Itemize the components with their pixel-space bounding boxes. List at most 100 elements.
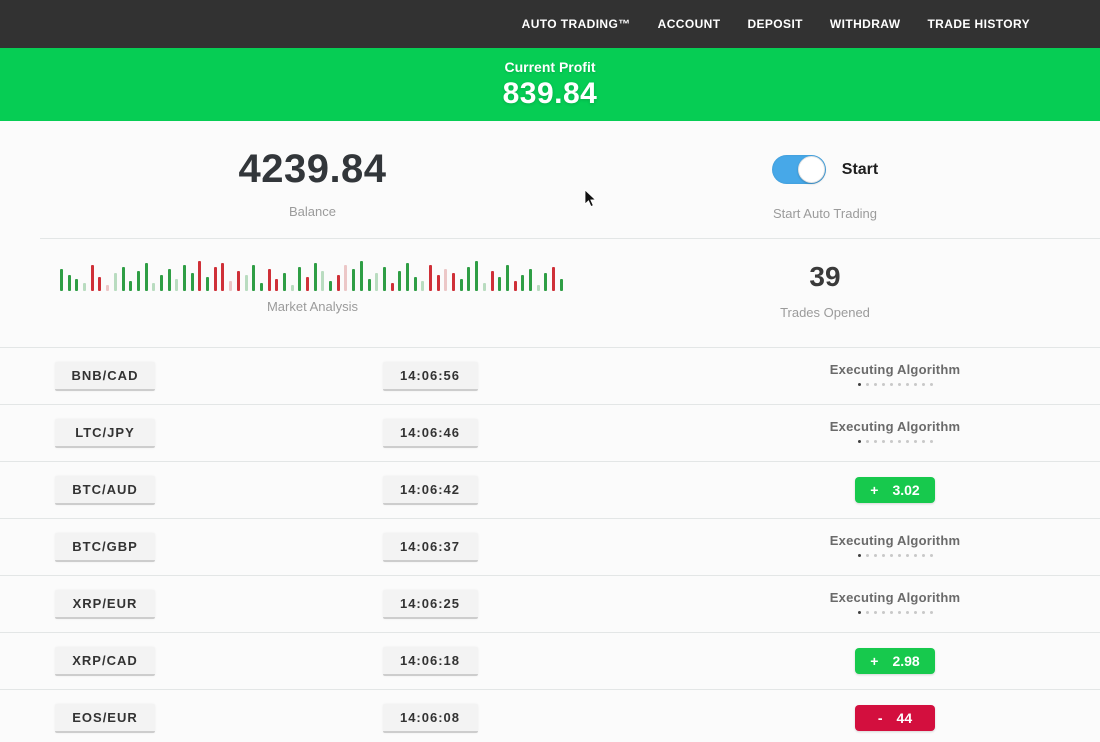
market-bar [321,271,324,291]
auto-trading-label: Start Auto Trading [773,206,877,221]
progress-dot [890,440,893,443]
market-bar [68,275,71,291]
progress-dot [858,611,861,614]
progress-dots [830,440,960,443]
nav-item-account[interactable]: ACCOUNT [658,17,721,31]
nav-menu: AUTO TRADING™ ACCOUNT DEPOSIT WITHDRAW TRADE… [522,17,1030,31]
market-bar [414,277,417,291]
progress-dot [866,554,869,557]
market-bar [137,271,140,291]
market-bar [106,285,109,291]
nav-item-trade-history[interactable]: TRADE HISTORY [927,17,1030,31]
trade-status: Executing Algorithm [690,590,1100,619]
trade-status: Executing Algorithm [690,533,1100,562]
market-bar [452,273,455,291]
progress-dot [866,440,869,443]
market-bar [206,277,209,291]
toggle-state-label: Start [842,161,878,179]
market-bar [444,269,447,291]
market-bar [368,279,371,291]
progress-dot [922,440,925,443]
market-bar [168,269,171,291]
market-bar [460,279,463,291]
market-bar [183,265,186,291]
nav-item-withdraw[interactable]: WITHDRAW [830,17,901,31]
progress-dot [882,383,885,386]
market-bar [214,267,217,291]
progress-dot [898,440,901,443]
progress-dot [922,554,925,557]
market-bar [560,279,563,291]
progress-dots [830,383,960,386]
market-bar [383,267,386,291]
market-bar [145,263,148,291]
progress-dot [866,383,869,386]
trades-opened-block: 39 Trades Opened [625,257,1025,347]
market-bar [537,285,540,291]
balance-value: 4239.84 [238,147,386,192]
pair-badge: BNB/CAD [55,362,155,391]
progress-dot [922,383,925,386]
market-bar [483,283,486,291]
market-bar [83,283,86,291]
auto-trading-toggle[interactable] [772,155,826,184]
market-bar [152,283,155,291]
market-bar [498,277,501,291]
market-bar [552,267,555,291]
market-bar [275,279,278,291]
market-bar [260,283,263,291]
market-bar [60,269,63,291]
progress-dots [830,554,960,557]
market-bar [122,267,125,291]
trade-status: -44 [690,705,1100,731]
market-bar [306,277,309,291]
market-bar [314,263,317,291]
profit-badge: +3.02 [855,477,935,503]
trade-status: +3.02 [690,477,1100,503]
market-analysis-block: Market Analysis [0,257,625,347]
market-bar [283,273,286,291]
progress-dot [874,383,877,386]
market-bar [252,265,255,291]
market-bar [375,273,378,291]
market-bar [298,267,301,291]
market-bar [291,285,294,291]
progress-dot [890,611,893,614]
market-bar [406,263,409,291]
nav-item-deposit[interactable]: DEPOSIT [747,17,802,31]
market-bar [475,261,478,291]
progress-dot [930,440,933,443]
market-bar [421,281,424,291]
progress-dot [890,554,893,557]
market-bar [245,275,248,291]
time-badge: 14:06:42 [383,476,478,505]
trade-status: Executing Algorithm [690,362,1100,391]
time-badge: 14:06:08 [383,704,478,733]
progress-dot [914,611,917,614]
market-bar [229,281,232,291]
executing-label: Executing Algorithm [830,590,960,605]
market-bar [544,273,547,291]
progress-dot [858,554,861,557]
result-value: 2.98 [892,653,919,669]
trade-row: LTC/JPY 14:06:46 Executing Algorithm [0,405,1100,462]
trades-opened-label: Trades Opened [780,305,870,320]
progress-dot [898,383,901,386]
market-bar [337,275,340,291]
progress-dot [858,383,861,386]
current-profit-value: 839.84 [503,77,598,111]
time-badge: 14:06:46 [383,419,478,448]
market-bar [352,269,355,291]
profit-badge: +2.98 [855,648,935,674]
market-analysis-label: Market Analysis [267,299,358,314]
nav-item-auto-trading[interactable]: AUTO TRADING™ [522,17,631,31]
progress-dot [882,611,885,614]
market-bar [221,263,224,291]
progress-dot [906,611,909,614]
trades-opened-value: 39 [809,261,840,293]
trade-status: +2.98 [690,648,1100,674]
market-bar [398,271,401,291]
market-bar [75,279,78,291]
progress-dot [890,383,893,386]
progress-dot [882,554,885,557]
